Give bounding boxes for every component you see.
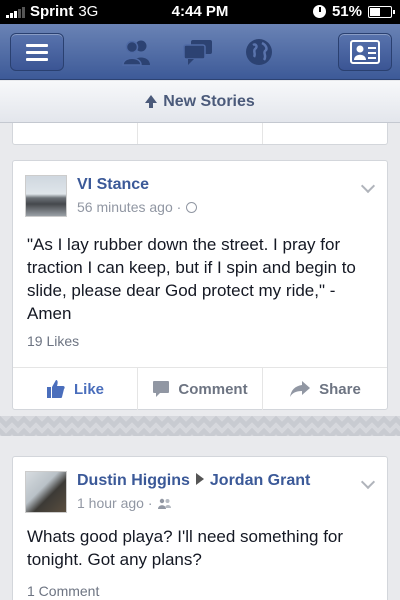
top-nav-bar [0,24,400,80]
avatar[interactable] [25,175,67,217]
author-name[interactable]: VI Stance [77,176,149,193]
menu-icon [26,43,48,61]
jewel-icons [118,36,278,68]
chevron-down-icon[interactable] [360,474,376,490]
friends-list-button[interactable] [338,33,392,71]
share-button[interactable]: Share [262,368,387,410]
friends-list-icon [350,40,380,64]
post-text: "As I lay rubber down the street. I pray… [27,235,356,323]
post-meta: 56 minutes ago · [77,199,198,215]
avatar[interactable] [25,471,67,513]
post-card: VI Stance 56 minutes ago · "As I lay rub… [12,160,388,410]
comment-button[interactable]: Comment [137,368,262,410]
post-author[interactable]: VI Stance [77,176,149,194]
share-label: Share [319,380,361,398]
new-stories-label: New Stories [163,92,255,110]
like-label: Like [73,380,104,398]
share-arrow-icon [290,381,311,397]
battery-percent: 51% [331,3,362,20]
menu-button[interactable] [10,33,64,71]
post-text: Whats good playa? I'll need something fo… [27,527,344,569]
like-button[interactable]: Like [13,368,137,410]
public-globe-icon [186,201,198,213]
post-author: Dustin Higgins Jordan Grant [77,472,310,490]
battery-icon [368,5,395,18]
alarm-clock-icon [312,5,326,18]
arrow-right-icon [195,473,204,485]
up-arrow-icon [145,94,158,108]
comments-count[interactable]: 1 Comment [27,583,99,599]
status-right: 51% [312,3,395,20]
post-time[interactable]: 1 hour ago · [77,495,153,511]
recipient-name[interactable]: Jordan Grant [210,472,310,489]
likes-count[interactable]: 19 Likes [27,333,79,349]
thumbs-up-icon [46,380,65,398]
post-time[interactable]: 56 minutes ago · [77,199,181,215]
author-name[interactable]: Dustin Higgins [77,472,190,489]
new-stories-button[interactable]: New Stories [0,81,400,123]
messages-icon[interactable] [179,36,217,68]
feed-gap-separator [0,416,400,436]
post-card: Dustin Higgins Jordan Grant 1 hour ago · … [12,456,388,600]
friends-audience-icon [157,498,171,509]
comment-bubble-icon [153,381,170,397]
chevron-down-icon[interactable] [360,178,376,194]
comment-label: Comment [178,380,248,398]
post-meta: 1 hour ago · [77,495,171,511]
friend-requests-icon[interactable] [118,36,156,68]
post-actions: Like Comment Share [13,368,387,410]
notifications-globe-icon[interactable] [240,36,278,68]
status-bar: Sprint 3G 4:44 PM 51% [0,0,400,24]
